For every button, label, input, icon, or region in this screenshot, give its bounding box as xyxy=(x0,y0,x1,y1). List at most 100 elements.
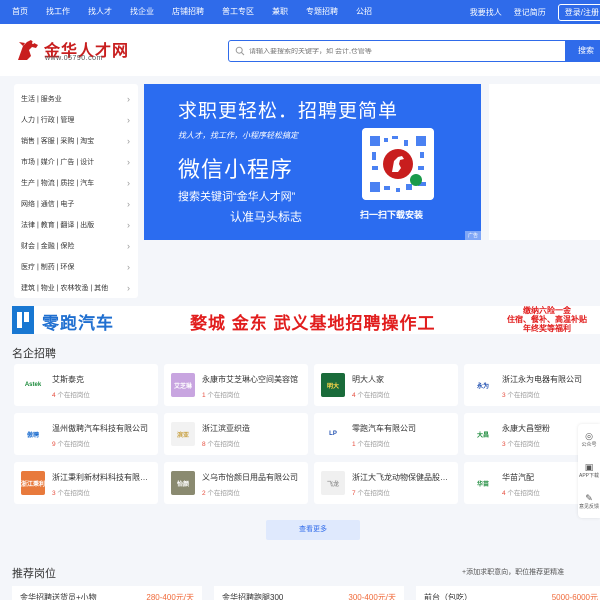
job-card[interactable]: 金华招聘跑腿300 300-400元/天 xyxy=(214,586,404,600)
find-talent-link[interactable]: 我要找人 xyxy=(470,7,502,18)
category-item[interactable]: 医疗 | 制药 | 环保 › xyxy=(14,256,138,277)
job-count-suffix: 个在招岗位 xyxy=(505,490,540,497)
strip-campaign: 婺城 金东 武义基地招聘操作工 xyxy=(190,314,436,333)
company-name[interactable]: 浙江滨亚织造 xyxy=(202,423,304,434)
top-nav-link[interactable]: 专题招聘 xyxy=(297,0,347,24)
top-nav-link[interactable]: 首页 xyxy=(0,0,37,24)
float-item[interactable]: ◎ 公众号 xyxy=(578,424,600,455)
mini-program-banner[interactable]: 求职更轻松．招聘更简单 找人才，找工作，小程序轻松搞定 微信小程序 搜索关键词“… xyxy=(144,84,481,240)
category-label: 生产 | 物流 | 质控 | 汽车 xyxy=(21,179,95,187)
add-intention-link[interactable]: +添加求职意向，职位推荐更精准 xyxy=(462,567,564,577)
category-item[interactable]: 人力 | 行政 | 管理 › xyxy=(14,109,138,130)
company-card[interactable]: 艾芝琳 永康市艾芝琳心空间美容馆 1 个在招岗位 xyxy=(164,364,308,406)
company-logo: 滨亚 xyxy=(171,422,195,446)
category-label: 医疗 | 制药 | 环保 xyxy=(21,263,75,271)
job-count-suffix: 个在招岗位 xyxy=(355,441,390,448)
banner-mark-hint: 认准马头标志 xyxy=(230,210,303,224)
company-logo: Astek xyxy=(21,373,45,397)
category-label: 网络 | 通信 | 电子 xyxy=(21,200,75,208)
company-card[interactable]: Astek 艾斯泰克 4 个在招岗位 xyxy=(14,364,158,406)
float-item-label: APP下载 xyxy=(578,473,599,479)
site-logo[interactable]: 金华人才网 www.05790.com xyxy=(14,36,134,64)
search-button[interactable]: 搜索 xyxy=(566,40,600,62)
company-job-count: 4 个在招岗位 xyxy=(52,389,90,399)
category-label: 生活 | 服务业 xyxy=(21,95,62,103)
company-logo: 永为 xyxy=(471,373,495,397)
login-register-button[interactable]: 登录/注册 xyxy=(557,3,600,21)
chevron-right-icon: › xyxy=(127,198,130,209)
float-item-label: 公众号 xyxy=(581,442,597,448)
float-item[interactable]: ✎ 意见反馈 xyxy=(578,486,600,517)
float-item[interactable]: ▣ APP下载 xyxy=(578,455,600,486)
job-card[interactable]: 金华招聘送货员+小物 280-400元/天 xyxy=(12,586,202,600)
register-resume-link[interactable]: 登记简历 xyxy=(514,7,546,18)
ad-tag: 广告 xyxy=(464,231,481,240)
company-name[interactable]: 明大人家 xyxy=(352,374,454,385)
company-card[interactable]: 滨亚 浙江滨亚织造 8 个在招岗位 xyxy=(164,413,308,455)
job-count-suffix: 个在招岗位 xyxy=(205,441,240,448)
company-card[interactable]: 永为 浙江永为电器有限公司 3 个在招岗位 xyxy=(464,364,600,406)
category-item[interactable]: 销售 | 客服 | 采购 | 淘宝 › xyxy=(14,130,138,151)
job-card[interactable]: 前台（包吃） 5000-6000元 xyxy=(416,586,600,600)
top-nav-link[interactable]: 普工专区 xyxy=(213,0,263,24)
company-card[interactable]: 明大 明大人家 4 个在招岗位 xyxy=(314,364,458,406)
top-nav-link[interactable]: 找工作 xyxy=(37,0,79,24)
leapmotor-logo-icon xyxy=(12,306,34,334)
recruit-ad-strip[interactable]: 零跑汽车 婺城 金东 武义基地招聘操作工 缴纳六险一金 住宿、餐补、高温补贴 年终奖… xyxy=(12,306,600,334)
job-count-suffix: 个在招岗位 xyxy=(205,490,240,497)
company-logo: 艾芝琳 xyxy=(171,373,195,397)
job-count-suffix: 个在招岗位 xyxy=(355,392,390,399)
category-label: 财会 | 金融 | 保险 xyxy=(21,242,75,250)
category-item[interactable]: 生产 | 物流 | 质控 | 汽车 › xyxy=(14,172,138,193)
app-download-icon: ▣ xyxy=(584,462,594,472)
job-salary: 280-400元/天 xyxy=(146,593,194,600)
chevron-right-icon: › xyxy=(127,156,130,167)
company-name[interactable]: 艾斯泰克 xyxy=(52,374,154,385)
view-more-button[interactable]: 查看更多 xyxy=(266,520,360,540)
top-nav-link[interactable]: 找人才 xyxy=(79,0,121,24)
category-label: 市场 | 媒介 | 广告 | 设计 xyxy=(21,158,95,166)
search-icon xyxy=(235,46,245,56)
search-input[interactable] xyxy=(249,47,549,55)
category-menu: 生活 | 服务业 › 人力 | 行政 | 管理 › 销售 | 客服 | 采购 | 淘宝 ›… xyxy=(14,84,138,298)
wechat-icon: ◎ xyxy=(585,431,593,441)
company-name[interactable]: 永康市艾芝琳心空间美容馆 xyxy=(202,374,304,385)
top-nav-link[interactable]: 找企业 xyxy=(121,0,163,24)
company-logo: 傲聘 xyxy=(21,422,45,446)
side-panel xyxy=(489,84,600,240)
company-name[interactable]: 浙江永为电器有限公司 xyxy=(502,374,600,385)
company-name[interactable]: 义乌市怡颜日用品有限公司 xyxy=(202,472,304,483)
strip-brand: 零跑汽车 xyxy=(42,314,114,333)
company-name[interactable]: 浙江秉利新材料科技有限公司 xyxy=(52,472,154,483)
company-job-count: 4 个在招岗位 xyxy=(502,487,540,497)
category-item[interactable]: 市场 | 媒介 | 广告 | 设计 › xyxy=(14,151,138,172)
company-card[interactable]: LP 零跑汽车有限公司 1 个在招岗位 xyxy=(314,413,458,455)
benefit-line: 缴纳六险一金 xyxy=(523,306,571,315)
top-nav-link[interactable]: 店铺招聘 xyxy=(163,0,213,24)
company-name[interactable]: 温州傲聘汽车科技有限公司 xyxy=(52,423,154,434)
top-nav-link[interactable]: 公招 xyxy=(347,0,381,24)
company-logo: 浙江秉利 xyxy=(21,471,45,495)
company-card[interactable]: 飞龙浙江大飞龙动物保健品股份有限公司 7 个在招岗位 xyxy=(314,462,458,504)
top-nav-links: 首页 找工作 找人才 找企业 店铺招聘 普工专区 兼职 专题招聘 公招 xyxy=(0,0,381,24)
company-job-count: 8 个在招岗位 xyxy=(202,438,240,448)
category-item[interactable]: 法律 | 教育 | 翻译 | 出版 › xyxy=(14,214,138,235)
benefit-line: 年终奖等福利 xyxy=(523,324,571,333)
category-item[interactable]: 建筑 | 物业 | 农林牧渔 | 其他 › xyxy=(14,277,138,298)
company-card[interactable]: 傲聘 温州傲聘汽车科技有限公司 9 个在招岗位 xyxy=(14,413,158,455)
company-name[interactable]: 浙江大飞龙动物保健品股份有限公司 xyxy=(352,472,454,483)
company-name[interactable]: 零跑汽车有限公司 xyxy=(352,423,454,434)
qr-code-icon xyxy=(362,128,434,200)
company-logo: LP xyxy=(321,422,345,446)
company-card[interactable]: 浙江秉利 浙江秉利新材料科技有限公司 3 个在招岗位 xyxy=(14,462,158,504)
company-card[interactable]: 怡颜 义乌市怡颜日用品有限公司 2 个在招岗位 xyxy=(164,462,308,504)
famous-companies-title: 名企招聘 xyxy=(12,348,56,360)
company-job-count: 3 个在招岗位 xyxy=(502,389,540,399)
category-item[interactable]: 生活 | 服务业 › xyxy=(14,88,138,109)
category-item[interactable]: 财会 | 金融 | 保险 › xyxy=(14,235,138,256)
category-item[interactable]: 网络 | 通信 | 电子 › xyxy=(14,193,138,214)
company-job-count: 9 个在招岗位 xyxy=(52,438,90,448)
banner-subline: 找人才，找工作，小程序轻松搞定 xyxy=(178,131,298,140)
top-nav-link[interactable]: 兼职 xyxy=(263,0,297,24)
horse-logo-icon xyxy=(18,40,38,60)
